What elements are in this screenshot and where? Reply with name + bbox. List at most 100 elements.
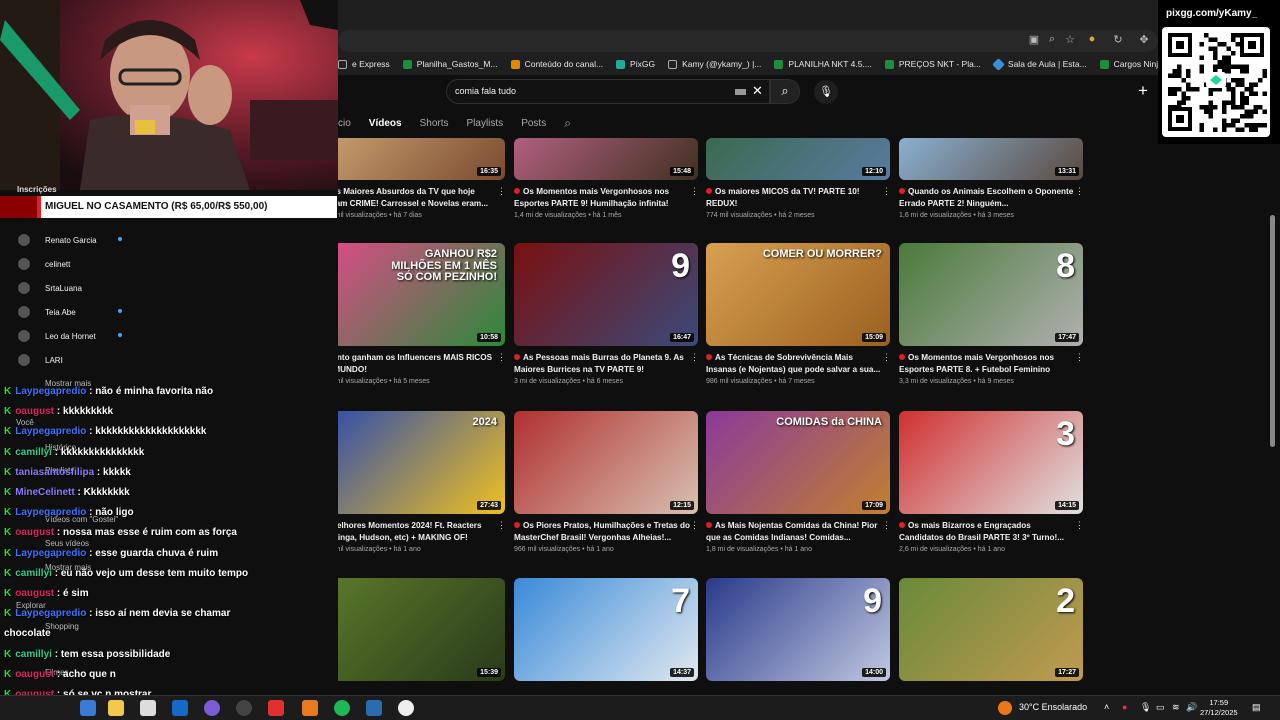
obs-icon[interactable] — [236, 700, 252, 716]
video-menu-icon[interactable]: ⋮ — [882, 352, 891, 363]
video-title[interactable]: Os maiores MICOS da TV! PARTE 10! REDUX! — [706, 186, 882, 210]
voice-search-button[interactable]: 🎙 — [814, 80, 838, 104]
video-menu-icon[interactable]: ⋮ — [882, 186, 891, 197]
video-title[interactable]: Os Maiores Absurdos da TV que hoje seria… — [321, 186, 497, 210]
bookmark-star-icon[interactable]: ☆ — [1062, 33, 1078, 46]
tab-posts[interactable]: Posts — [521, 118, 546, 129]
subscription-item[interactable]: Renato Garcia — [18, 234, 122, 246]
video-thumbnail[interactable]: 2024 27:43 — [321, 411, 505, 514]
subscription-item[interactable]: SrtaLuana — [18, 282, 82, 294]
channel-search-icon[interactable]: ⌕ — [564, 116, 571, 131]
calculator-icon[interactable] — [366, 700, 382, 716]
tab-playlists[interactable]: Playlists — [467, 118, 504, 129]
video-menu-icon[interactable]: ⋮ — [497, 352, 506, 363]
extensions-puzzle-icon[interactable]: ✥ — [1136, 33, 1152, 46]
video-thumbnail[interactable]: 12:15 — [514, 411, 698, 514]
video-thumbnail[interactable]: 15:48 — [514, 138, 698, 180]
folder-icon[interactable] — [108, 700, 124, 716]
refresh-icon[interactable]: ↻ — [1110, 33, 1126, 46]
taskbar: 30°C Ensolarado ˄ ● 🎙 ▭ ≋ 🔊 17:59 27/12/… — [0, 695, 1280, 720]
bookmark-item[interactable]: Planilha_Gastos_M... — [402, 59, 498, 69]
chat-separator: : — [86, 608, 96, 620]
bookmark-item[interactable]: PREÇOS NKT - Pla... — [884, 59, 981, 69]
video-title[interactable]: As Pessoas mais Burras do Planeta 9. As … — [514, 352, 690, 376]
chat-username: MineCelinett — [15, 487, 75, 498]
taskbar-clock[interactable]: 17:59 27/12/2025 — [1200, 698, 1238, 718]
video-title[interactable]: Os mais Bizarros e Engraçados Candidatos… — [899, 520, 1075, 544]
mic-tray-icon[interactable]: 🎙 — [1140, 702, 1151, 713]
subscription-item[interactable]: LARI — [18, 354, 63, 366]
notepad-icon[interactable] — [140, 700, 156, 716]
wifi-icon[interactable]: ≋ — [1172, 702, 1180, 713]
notifications-icon[interactable]: ▤ — [1252, 702, 1261, 713]
weather-icon[interactable] — [998, 701, 1012, 715]
video-menu-icon[interactable]: ⋮ — [1075, 352, 1084, 363]
chrome-icon[interactable] — [398, 700, 414, 716]
video-menu-icon[interactable]: ⋮ — [497, 186, 506, 197]
video-title[interactable]: As Mais Nojentas Comidas da China! Pior … — [706, 520, 882, 544]
video-title[interactable]: Quanto ganham os Influencers MAIS RICOS … — [321, 352, 497, 376]
zoom-icon[interactable]: ⌕ — [1044, 33, 1060, 46]
weather-text[interactable]: 30°C Ensolarado — [1019, 702, 1087, 712]
video-menu-icon[interactable]: ⋮ — [882, 520, 891, 531]
video-thumbnail[interactable]: GANHOU R$2 MILHÕES EM 1 MÊS SÓ COM PEZIN… — [321, 243, 505, 346]
tray-chevron-icon[interactable]: ˄ — [1104, 702, 1109, 712]
bookmark-favicon-icon — [992, 57, 1005, 71]
video-title[interactable]: Quando os Animais Escolhem o Oponente Er… — [899, 186, 1075, 210]
tab-shorts[interactable]: Shorts — [420, 118, 449, 129]
tray-app-icon[interactable]: ● — [1122, 702, 1127, 712]
bookmark-item[interactable]: PLANILHA NKT 4.5.... — [774, 59, 872, 69]
create-button[interactable]: + — [1138, 81, 1148, 101]
capcut-icon[interactable] — [268, 700, 284, 716]
video-title[interactable]: Melhores Momentos 2024! Ft. Reacters (Co… — [321, 520, 497, 544]
video-menu-icon[interactable]: ⋮ — [690, 352, 699, 363]
bookmark-item[interactable]: Cargos Ninjas - Pla... — [1099, 59, 1160, 69]
subscription-item[interactable]: Leo da Hornet — [18, 330, 122, 342]
video-thumbnail[interactable]: 13:31 — [899, 138, 1083, 180]
video-title[interactable]: Os Momentos mais Vergonhosos nos Esporte… — [514, 186, 690, 210]
spotify-icon[interactable] — [334, 700, 350, 716]
video-menu-icon[interactable]: ⋮ — [1075, 186, 1084, 197]
bookmark-item[interactable]: Conteúdo do canal... — [510, 59, 603, 69]
video-menu-icon[interactable]: ⋮ — [690, 186, 699, 197]
search-input[interactable]: comia fala tudo ✕ — [446, 79, 770, 104]
video-thumbnail[interactable]: 9 14:00 — [706, 578, 890, 681]
red-dot-icon — [899, 522, 905, 528]
mail-icon[interactable] — [172, 700, 188, 716]
video-menu-icon[interactable]: ⋮ — [690, 520, 699, 531]
video-title[interactable]: As Técnicas de Sobrevivência Mais Insana… — [706, 352, 882, 376]
network-icon[interactable]: ▭ — [1156, 702, 1165, 713]
video-thumbnail[interactable]: 9 16:47 — [514, 243, 698, 346]
discord-icon[interactable] — [204, 700, 220, 716]
bookmark-item[interactable]: Sala de Aula | Esta... — [992, 57, 1087, 71]
video-thumbnail[interactable]: 7 14:37 — [514, 578, 698, 681]
video-thumbnail[interactable]: 2 17:27 — [899, 578, 1083, 681]
extension-icon[interactable]: ▣ — [1026, 33, 1042, 46]
video-thumbnail[interactable]: COMER OU MORRER? 15:09 — [706, 243, 890, 346]
video-menu-icon[interactable]: ⋮ — [497, 520, 506, 531]
keyboard-icon[interactable] — [735, 89, 746, 95]
search-button[interactable]: ⌕ — [770, 79, 800, 104]
volume-icon[interactable]: 🔊 — [1186, 702, 1197, 713]
app-icon[interactable] — [302, 700, 318, 716]
tab-vídeos[interactable]: Vídeos — [369, 118, 402, 129]
video-thumbnail[interactable]: 3 14:15 — [899, 411, 1083, 514]
video-thumbnail[interactable]: COMIDAS da CHINA 17:09 — [706, 411, 890, 514]
bookmark-item[interactable]: PixGG — [616, 59, 655, 69]
video-title[interactable]: Os Momentos mais Vergonhosos nos Esporte… — [899, 352, 1075, 376]
video-title[interactable]: Os Piores Pratos, Humilhações e Tretas d… — [514, 520, 690, 544]
file-explorer-icon[interactable] — [80, 700, 96, 716]
subscription-item[interactable]: celinett — [18, 258, 70, 270]
video-thumbnail[interactable]: 15:39 — [321, 578, 505, 681]
bookmark-item[interactable]: Kamy (@ykamy_) |... — [668, 59, 761, 69]
profile-icon[interactable]: ● — [1084, 33, 1100, 45]
clear-search-icon[interactable]: ✕ — [752, 83, 763, 99]
bookmark-item[interactable]: e Express — [338, 59, 390, 69]
video-thumbnail[interactable]: 12:10 — [706, 138, 890, 180]
subscription-item[interactable]: Teia Abe — [18, 306, 122, 318]
video-thumbnail[interactable]: 8 17:47 — [899, 243, 1083, 346]
scrollbar-thumb[interactable] — [1270, 215, 1275, 447]
video-thumbnail[interactable]: 16:35 — [321, 138, 505, 180]
tab-cio[interactable]: cio — [338, 118, 351, 129]
video-menu-icon[interactable]: ⋮ — [1075, 520, 1084, 531]
